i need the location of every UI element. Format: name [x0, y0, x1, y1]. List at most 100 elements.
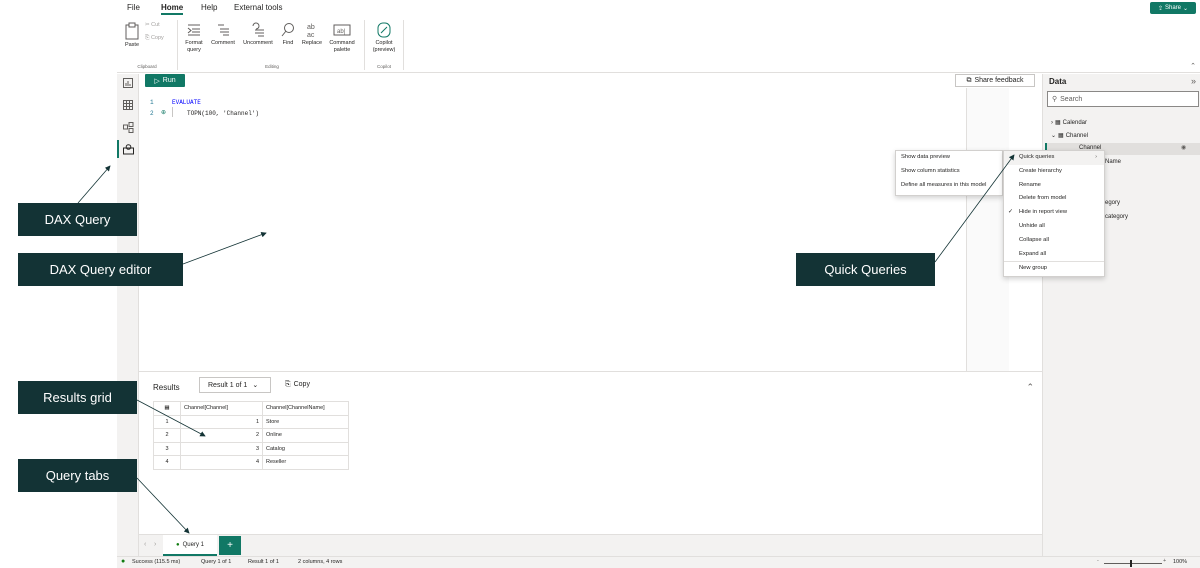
uncomment-button[interactable]: Uncomment [239, 22, 277, 47]
menu-item-expand-all[interactable]: Expand all [1004, 248, 1104, 262]
menu-item-show-column-statistics[interactable]: Show column statistics [896, 165, 1002, 179]
data-pane: Data » ⚲ Search › ▦ Calendar ⌄ ▦ Channel Chan… [1042, 74, 1200, 556]
code-line[interactable]: TOPN(100, 'Channel') [187, 110, 259, 117]
table-cell[interactable]: Store [262, 414, 349, 429]
table-cell[interactable]: Reseller [262, 455, 349, 470]
paste-icon [125, 22, 139, 40]
zoom-slider[interactable] [1104, 563, 1162, 564]
collapse-ribbon-icon[interactable]: ⌃ [1190, 62, 1196, 70]
search-placeholder: Search [1060, 95, 1083, 103]
share-feedback-label: Share feedback [974, 77, 1024, 84]
tab-query-1[interactable]: ● Query 1 [163, 535, 217, 556]
table-item-calendar[interactable]: › ▦ Calendar [1051, 119, 1087, 127]
search-input[interactable]: ⚲ Search [1047, 91, 1199, 107]
results-pane: Results Result 1 of 1 ⌄ ⎘ Copy ⌃ ▦ Channel… [139, 372, 1042, 534]
success-icon: ● [121, 558, 126, 565]
column-header[interactable]: Channel[ChannelName] [262, 401, 349, 416]
menu-item-rename[interactable]: Rename [1004, 179, 1104, 193]
copy-ribbon-button[interactable]: ⎘ Copy [145, 35, 175, 42]
scroll-left-icon[interactable]: ‹ [144, 541, 146, 548]
menu-external-tools[interactable]: External tools [234, 3, 282, 12]
cut-button[interactable]: ✂ Cut [145, 22, 175, 29]
zoom-in-icon[interactable]: + [1163, 558, 1166, 564]
grid-icon: ▦ [153, 401, 181, 416]
menu-file[interactable]: File [127, 3, 140, 12]
table-cell[interactable]: 4 [180, 455, 263, 470]
callout-results-grid: Results grid [18, 381, 137, 414]
eye-icon[interactable]: ◉ [1181, 144, 1186, 151]
context-menu-secondary: Show data preview Show column statistics… [895, 150, 1003, 196]
find-button[interactable]: Find [278, 22, 298, 47]
menu-item-hide-in-report-view[interactable]: ✓ Hide in report view [1004, 206, 1104, 220]
tab-query-1-label: Query 1 [182, 541, 204, 548]
run-label: Run [162, 77, 176, 84]
comment-button[interactable]: Comment [207, 22, 239, 47]
paste-button[interactable]: Paste [121, 22, 143, 49]
results-label: Results [153, 383, 180, 392]
row-number: 1 [153, 414, 181, 429]
zoom-slider-thumb[interactable] [1130, 560, 1132, 567]
menu-bar: File Home Help External tools ⇪ Share ⌄ [117, 0, 1200, 16]
copilot-button[interactable]: Copilot (preview) [368, 22, 400, 54]
paste-label: Paste [124, 42, 140, 48]
copilot-group-label: Copilot [376, 64, 391, 69]
search-icon [281, 23, 294, 37]
dax-query-view-icon[interactable] [121, 142, 135, 156]
menu-item-create-hierarchy[interactable]: Create hierarchy [1004, 165, 1104, 179]
menu-help[interactable]: Help [201, 3, 217, 12]
collapse-pane-icon[interactable]: » [1191, 76, 1196, 86]
menu-item-quick-queries[interactable]: Quick queries › [1004, 151, 1104, 165]
table-name: Channel [1065, 132, 1089, 139]
command-palette-button[interactable]: ab| Command palette [325, 22, 359, 54]
table-row[interactable]: 2 2 Online [153, 428, 349, 443]
status-result: Result 1 of 1 [248, 559, 279, 565]
result-selector-dropdown[interactable]: Result 1 of 1 ⌄ [199, 377, 271, 393]
ribbon: Paste ✂ Cut ⎘ Copy Clipboard Format query… [117, 16, 1200, 73]
field-partial[interactable]: Name [1105, 159, 1121, 165]
result-selector-value: Result 1 of 1 [208, 381, 248, 389]
line-number: 2 [150, 110, 154, 117]
menu-home[interactable]: Home [161, 3, 184, 15]
format-query-button[interactable]: Format query [181, 22, 207, 54]
zoom-level: 100% [1173, 559, 1188, 565]
table-row[interactable]: 3 3 Catalog [153, 441, 349, 456]
table-cell[interactable]: 3 [180, 441, 263, 456]
add-query-tab-button[interactable]: + [219, 536, 241, 555]
table-cell[interactable]: 1 [180, 414, 263, 429]
callout-quick-queries: Quick Queries [796, 253, 935, 286]
table-row[interactable]: 1 1 Store [153, 414, 349, 429]
menu-item-unhide-all[interactable]: Unhide all [1004, 220, 1104, 234]
ribbon-separator [403, 20, 404, 70]
menu-item-delete-from-model[interactable]: Delete from model [1004, 192, 1104, 206]
table-row[interactable]: 4 4 Reseller [153, 455, 349, 470]
menu-item-collapse-all[interactable]: Collapse all [1004, 234, 1104, 248]
table-view-icon[interactable] [121, 98, 135, 112]
menu-item-show-data-preview[interactable]: Show data preview [896, 151, 1002, 165]
results-grid[interactable]: ▦ Channel[Channel] Channel[ChannelName] … [153, 401, 349, 470]
collapse-results-icon[interactable]: ⌃ [1026, 382, 1034, 393]
table-cell[interactable]: Online [262, 428, 349, 443]
field-partial[interactable]: egory [1105, 200, 1120, 206]
code-lens-icon[interactable]: ⊕ [161, 109, 166, 116]
chevron-right-icon: › [1051, 119, 1053, 126]
share-feedback-button[interactable]: ⧉ Share feedback [955, 74, 1035, 87]
share-button[interactable]: ⇪ Share ⌄ [1150, 2, 1196, 14]
report-view-icon[interactable] [121, 76, 135, 90]
field-partial[interactable]: category [1105, 214, 1128, 220]
code-line[interactable]: EVALUATE [172, 99, 201, 106]
scroll-right-icon[interactable]: › [154, 541, 156, 548]
menu-item-define-all-measures[interactable]: Define all measures in this model [896, 179, 1002, 193]
comment-icon [218, 24, 229, 36]
menu-item-new-group[interactable]: New group [1004, 261, 1104, 275]
dax-query-editor[interactable]: ▷ Run ⧉ Share feedback 1 EVALUATE 2 ⊕ TOPN… [139, 74, 1042, 371]
table-item-channel[interactable]: ⌄ ▦ Channel [1051, 132, 1089, 140]
model-view-icon[interactable] [121, 120, 135, 134]
replace-button[interactable]: ab ac Replace [299, 22, 325, 47]
run-button[interactable]: ▷ Run [145, 74, 185, 87]
find-label: Find [282, 40, 294, 46]
table-cell[interactable]: Catalog [262, 441, 349, 456]
table-cell[interactable]: 2 [180, 428, 263, 443]
copy-results-button[interactable]: ⎘ Copy [285, 381, 310, 389]
column-header[interactable]: Channel[Channel] [180, 401, 263, 416]
zoom-out-icon[interactable]: - [1097, 558, 1099, 564]
